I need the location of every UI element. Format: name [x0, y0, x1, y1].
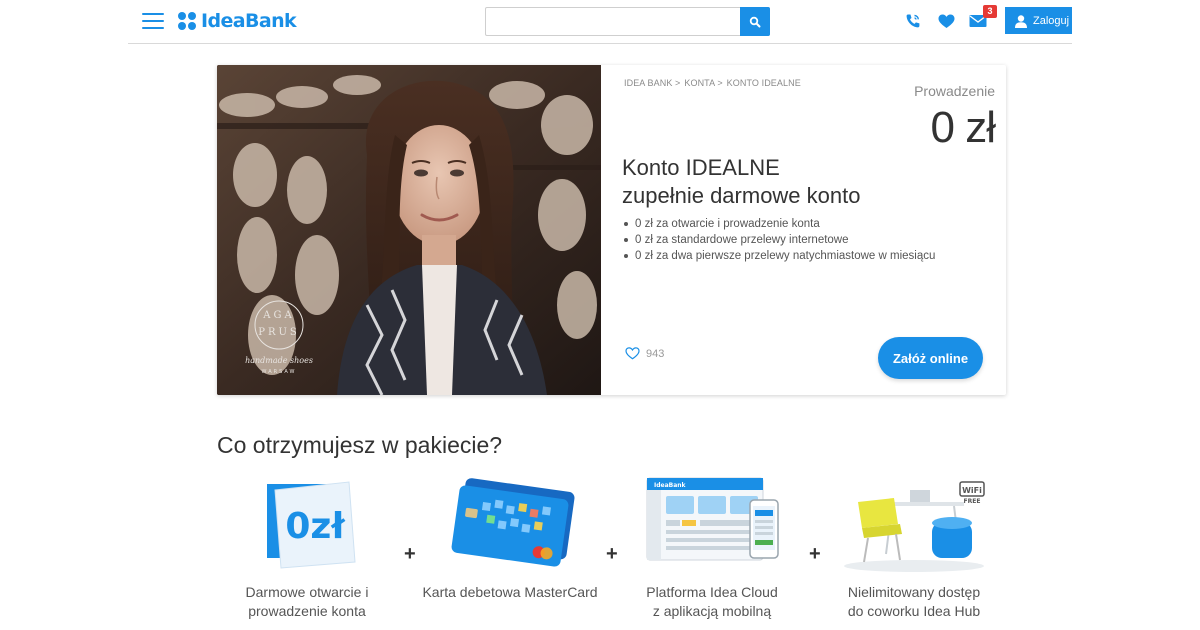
search-button[interactable]: [740, 7, 770, 36]
breadcrumb-item-current: KONTO IDEALNE: [726, 78, 801, 88]
package-item-label: Karta debetowa MasterCard: [420, 583, 600, 602]
feature-list: 0 zł za otwarcie i prowadzenie konta 0 z…: [622, 216, 935, 264]
product-title: Konto IDEALNE zupełnie darmowe konto: [622, 154, 860, 210]
search-icon: [749, 16, 761, 27]
debit-card-icon: [420, 476, 600, 576]
package-item-label: Platforma Idea Cloud z aplikacją mobilną: [622, 583, 802, 621]
package-item-free-account: 0zł Darmowe otwarcie i prowadzenie konta: [217, 476, 397, 621]
package-item-label-line: do coworku Idea Hub: [847, 603, 981, 619]
fee-value: 0 zł: [930, 103, 996, 152]
login-label: Zaloguj: [1033, 14, 1070, 27]
svg-text:handmade shoes: handmade shoes: [245, 356, 313, 365]
package-item-label-line: Platforma Idea Cloud: [646, 584, 778, 600]
search-input[interactable]: [486, 8, 740, 35]
package-item-label-line: Darmowe otwarcie i: [245, 584, 369, 600]
logo-dots-icon: [178, 11, 198, 31]
like-button[interactable]: 943: [625, 347, 664, 360]
like-count: 943: [646, 347, 665, 360]
phone-icon: [906, 14, 920, 28]
svg-text:AGA: AGA: [262, 310, 294, 321]
package-item-label-line: z aplikacją mobilną: [652, 603, 772, 619]
svg-text:FREE: FREE: [964, 498, 981, 505]
phone-contact-button[interactable]: [903, 11, 923, 31]
svg-text:WiFi: WiFi: [962, 486, 982, 495]
account-offer-card: AGA PRUS handmade shoes WARSAW IDEA BANK…: [217, 65, 1006, 395]
brand-name: IdeaBank: [201, 10, 297, 32]
unread-count-badge: 3: [983, 5, 997, 18]
plus-sign: +: [809, 543, 821, 565]
breadcrumb-item-home[interactable]: IDEA BANK >: [624, 78, 680, 88]
svg-text:WARSAW: WARSAW: [262, 369, 297, 375]
package-item-label: Nielimitowany dostęp do coworku Idea Hub: [824, 583, 1004, 621]
breadcrumb: IDEA BANK > KONTA > KONTO IDEALNE: [624, 78, 805, 88]
plus-sign: +: [404, 543, 416, 565]
open-account-online-button[interactable]: Załóż online: [878, 337, 983, 379]
package-item-label-line: prowadzenie konta: [248, 603, 366, 619]
user-icon: [1015, 14, 1027, 28]
zero-pln-icon: 0zł: [217, 476, 397, 576]
svg-text:0zł: 0zł: [285, 506, 346, 547]
feature-item: 0 zł za dwa pierwsze przelewy natychmias…: [622, 248, 935, 264]
top-navigation-bar: IdeaBank 3 Zaloguj: [128, 0, 1072, 44]
brand-logo[interactable]: IdeaBank: [178, 9, 297, 33]
cloud-platform-icon: IdeaBank: [622, 476, 802, 576]
package-item-idea-hub: WiFi FREE Nielimitowany dostęp do cowork…: [824, 476, 1004, 621]
offer-details: IDEA BANK > KONTA > KONTO IDEALNE Prowad…: [601, 65, 1006, 395]
breadcrumb-item-accounts[interactable]: KONTA >: [684, 78, 722, 88]
heart-icon: [938, 14, 954, 28]
search-box: [485, 7, 770, 36]
package-section-title: Co otrzymujesz w pakiecie?: [217, 432, 503, 458]
fee-label: Prowadzenie: [914, 83, 995, 99]
package-item-label-line: Karta debetowa MasterCard: [422, 584, 598, 600]
login-button[interactable]: Zaloguj: [1005, 7, 1072, 34]
favorites-button[interactable]: [936, 11, 956, 31]
product-tagline: zupełnie darmowe konto: [622, 183, 861, 208]
package-item-debit-card: Karta debetowa MasterCard: [420, 476, 600, 602]
svg-text:IdeaBank: IdeaBank: [654, 482, 687, 489]
svg-text:PRUS: PRUS: [258, 327, 300, 338]
messages-button[interactable]: 3: [968, 5, 997, 31]
package-item-idea-cloud: IdeaBank Platforma Idea Cloud z aplikacj…: [622, 476, 802, 621]
package-item-label: Darmowe otwarcie i prowadzenie konta: [217, 583, 397, 621]
feature-item: 0 zł za otwarcie i prowadzenie konta: [622, 216, 935, 232]
heart-outline-icon: [625, 347, 640, 360]
menu-icon[interactable]: [142, 13, 164, 29]
feature-item: 0 zł za standardowe przelewy internetowe: [622, 232, 935, 248]
product-name: Konto IDEALNE: [622, 155, 780, 180]
package-item-label-line: Nielimitowany dostęp: [847, 584, 981, 600]
woman-in-shoe-workshop-image: AGA PRUS handmade shoes WARSAW: [217, 65, 601, 395]
coworking-icon: WiFi FREE: [824, 476, 1004, 576]
hero-photo: AGA PRUS handmade shoes WARSAW: [217, 65, 601, 395]
plus-sign: +: [606, 543, 618, 565]
